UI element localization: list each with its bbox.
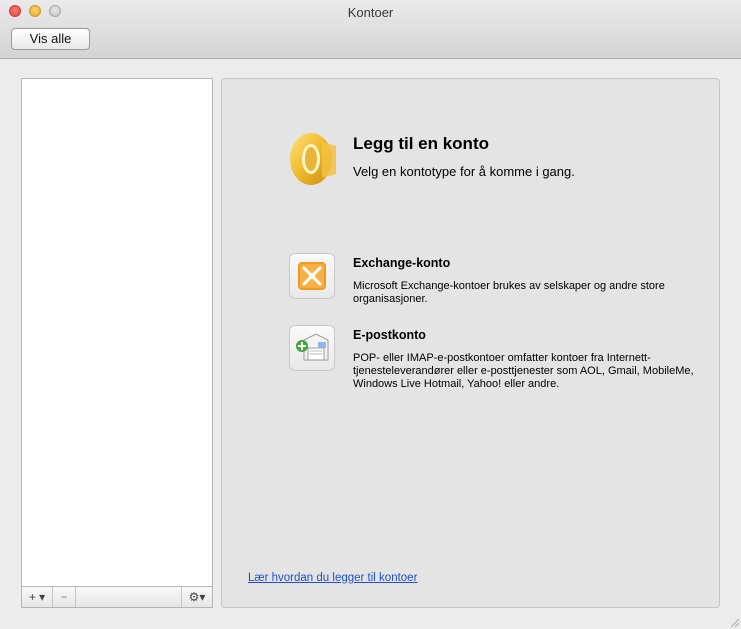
account-list-toolbar: + ▾ − ⚙▾ bbox=[21, 587, 213, 608]
title-bar: Kontoer Vis alle bbox=[0, 0, 741, 59]
exchange-account-title[interactable]: Exchange-konto bbox=[353, 256, 450, 270]
exchange-icon bbox=[298, 262, 326, 290]
remove-account-button[interactable]: − bbox=[53, 587, 76, 607]
page-subtitle: Velg en kontotype for å komme i gang. bbox=[353, 164, 575, 179]
exchange-account-description: Microsoft Exchange-kontoer brukes av sel… bbox=[353, 280, 665, 305]
action-menu-button[interactable]: ⚙▾ bbox=[181, 587, 212, 607]
outlook-icon bbox=[290, 133, 336, 185]
add-account-button[interactable]: + ▾ bbox=[22, 587, 53, 607]
show-all-button[interactable]: Vis alle bbox=[11, 28, 90, 50]
account-list[interactable] bbox=[21, 78, 213, 587]
learn-add-accounts-link[interactable]: Lær hvordan du legger til kontoer bbox=[248, 572, 417, 584]
window-title: Kontoer bbox=[347, 5, 394, 20]
email-account-description: POP- eller IMAP-e-postkontoer omfatter k… bbox=[353, 352, 694, 390]
resize-grip-icon[interactable] bbox=[729, 617, 739, 627]
accounts-window: Kontoer Vis alle + ▾ − ⚙▾ Legg til en ko… bbox=[0, 0, 741, 629]
email-account-title[interactable]: E-postkonto bbox=[353, 328, 426, 342]
mail-account-icon bbox=[296, 333, 329, 361]
page-title: Legg til en konto bbox=[353, 134, 489, 153]
exchange-account-option[interactable] bbox=[289, 253, 335, 299]
email-account-option[interactable] bbox=[289, 325, 335, 371]
